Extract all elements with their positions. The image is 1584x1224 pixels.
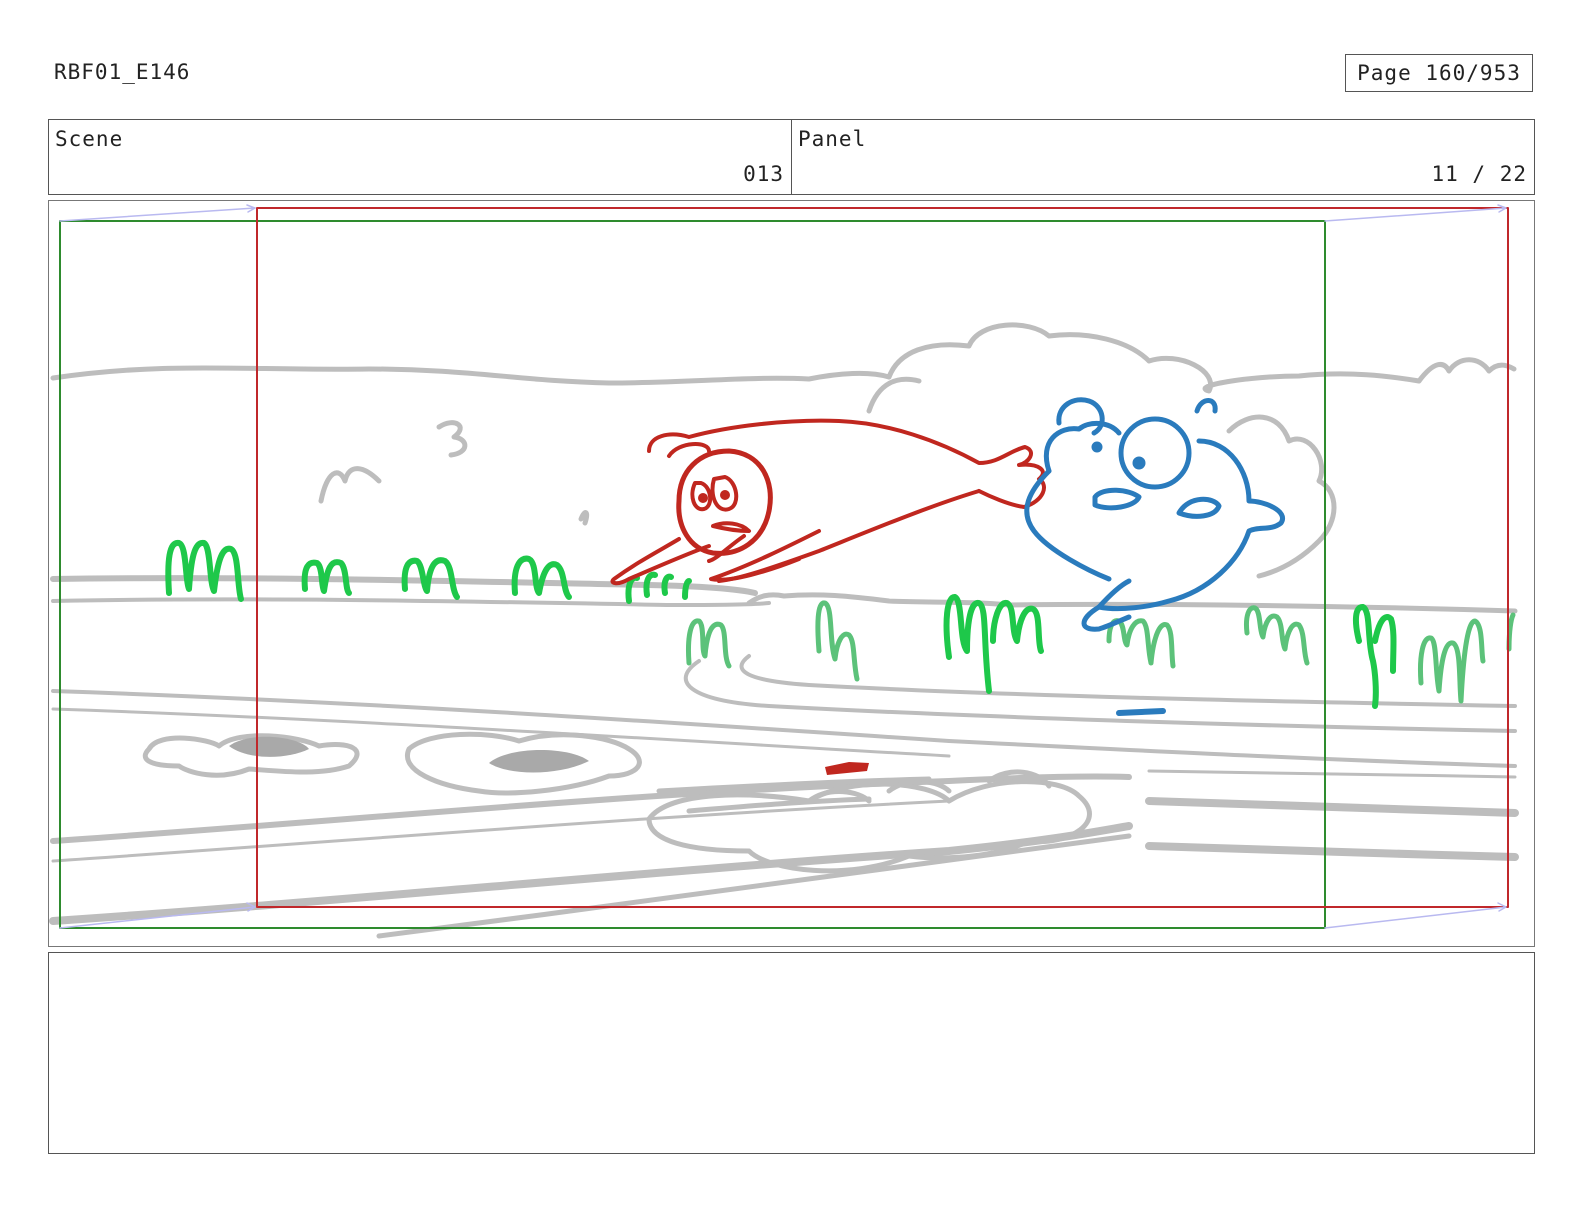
- scene-cell: Scene 013: [49, 120, 791, 194]
- blue-character: [1024, 397, 1285, 716]
- notes-box: [48, 952, 1535, 1154]
- camera-start-frame: [59, 220, 1326, 929]
- scene-number: 013: [743, 162, 784, 186]
- page-indicator: Page 160/953: [1345, 54, 1533, 92]
- document-id: RBF01_E146: [54, 60, 191, 84]
- scene-label: Scene: [55, 127, 124, 151]
- red-mark: [825, 762, 869, 775]
- panel-number: 11 / 22: [1431, 162, 1527, 186]
- panel-cell: Panel 11 / 22: [791, 120, 1534, 194]
- red-character: [610, 418, 1046, 586]
- panel-label: Panel: [798, 127, 867, 151]
- camera-end-frame: [256, 207, 1509, 908]
- storyboard-drawing: [49, 204, 1519, 939]
- storyboard-frame: [48, 200, 1535, 947]
- background-sketch: [49, 322, 1519, 939]
- scene-panel-info: Scene 013 Panel 11 / 22: [48, 119, 1535, 195]
